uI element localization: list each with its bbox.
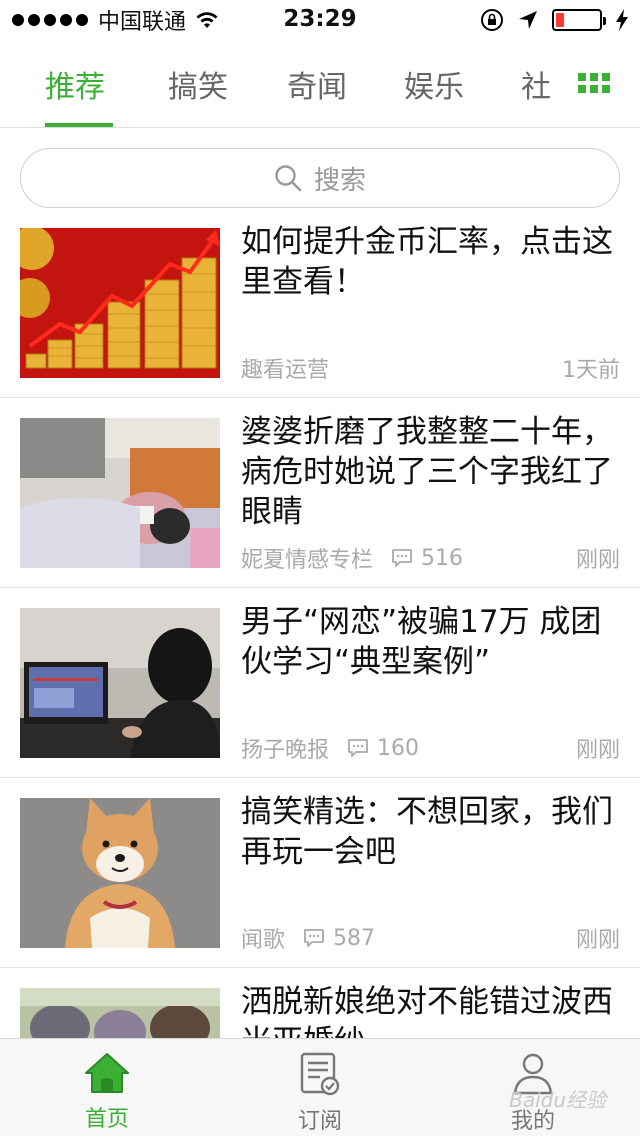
active-tab-indicator xyxy=(45,123,113,127)
status-bar: 中国联通 23:29 xyxy=(0,0,640,40)
news-title[interactable]: 如何提升金币汇率，点击这里查看！ xyxy=(241,222,621,302)
search-placeholder: 搜索 xyxy=(313,165,366,196)
news-item[interactable]: 婆婆折磨了我整整二十年，病危时她说了三个字我红了眼睛 妮夏情感专栏 516 刚刚 xyxy=(0,398,640,588)
location-arrow-icon xyxy=(519,11,537,29)
news-title[interactable]: 搞笑精选：不想回家，我们再玩一会吧 xyxy=(241,792,621,872)
status-right xyxy=(480,8,628,32)
nav-subscribe-label: 订阅 xyxy=(297,1109,342,1134)
news-thumbnail-bride xyxy=(20,988,220,1038)
nav-home[interactable]: 首页 xyxy=(47,1051,167,1133)
news-time: 刚刚 xyxy=(575,738,620,763)
news-thumbnail-shiba-dog xyxy=(20,798,220,948)
news-meta: 扬子晚报 160 xyxy=(241,733,419,764)
tab-funny[interactable]: 搞笑 xyxy=(168,62,228,106)
news-source: 妮夏情感专栏 xyxy=(241,548,374,573)
comment-icon xyxy=(348,739,368,757)
tab-recommend[interactable]: 推荐 xyxy=(45,62,105,106)
news-meta: 妮夏情感专栏 516 xyxy=(241,543,463,574)
channel-grid-icon[interactable] xyxy=(578,73,610,93)
news-source: 闻歌 xyxy=(241,928,286,953)
search-icon xyxy=(275,165,302,192)
comment-icon xyxy=(304,929,324,947)
comment-count: 160 xyxy=(347,736,419,761)
subscribe-icon xyxy=(300,1052,340,1096)
nav-subscribe[interactable]: 订阅 xyxy=(260,1051,380,1135)
search-bar[interactable]: 搜索 xyxy=(20,148,620,208)
news-item[interactable]: 搞笑精选：不想回家，我们再玩一会吧 闻歌 587 刚刚 xyxy=(0,778,640,968)
news-item[interactable]: 如何提升金币汇率，点击这里查看！ 趣看运营 1天前 xyxy=(0,208,640,398)
news-source: 扬子晚报 xyxy=(241,738,330,763)
news-title[interactable]: 男子“网恋”被骗17万 成团伙学习“典型案例” xyxy=(241,602,621,682)
tab-society[interactable]: 社 xyxy=(521,62,551,106)
news-title[interactable]: 婆婆折磨了我整整二十年，病危时她说了三个字我红了眼睛 xyxy=(241,412,621,532)
news-item[interactable]: 洒脱新娘绝对不能错过波西米亚婚纱 xyxy=(0,968,640,1038)
tab-oddities[interactable]: 奇闻 xyxy=(287,62,347,106)
news-item[interactable]: 男子“网恋”被骗17万 成团伙学习“典型案例” 扬子晚报 160 刚刚 xyxy=(0,588,640,778)
comment-count-value: 516 xyxy=(421,545,464,571)
news-time: 1天前 xyxy=(562,358,620,383)
rotation-lock-icon xyxy=(481,9,503,31)
comment-icon xyxy=(392,549,412,567)
news-thumbnail-sick-woman xyxy=(20,418,220,568)
news-source: 趣看运营 xyxy=(241,358,330,383)
home-icon xyxy=(85,1053,129,1093)
news-time: 刚刚 xyxy=(575,548,620,573)
news-thumbnail-man-computer xyxy=(20,608,220,758)
news-meta: 闻歌 587 xyxy=(241,923,375,954)
watermark: Baidu经验 xyxy=(509,1088,606,1112)
category-tabs: 推荐 搞笑 奇闻 娱乐 社 xyxy=(0,40,640,128)
news-time: 刚刚 xyxy=(575,928,620,953)
battery-icon xyxy=(552,9,606,31)
news-list: 如何提升金币汇率，点击这里查看！ 趣看运营 1天前 婆婆折磨了我整整二十年，病危… xyxy=(0,208,640,1038)
tab-entertainment[interactable]: 娱乐 xyxy=(404,62,464,106)
charging-bolt-icon xyxy=(616,9,628,31)
news-meta: 趣看运营 xyxy=(241,353,329,383)
comment-count: 516 xyxy=(391,546,463,571)
comment-count-value: 587 xyxy=(333,925,376,951)
comment-count: 587 xyxy=(303,926,375,951)
comment-count-value: 160 xyxy=(377,735,420,761)
battery-level-fill xyxy=(556,13,564,27)
news-thumbnail-gold-coins xyxy=(20,228,220,378)
nav-home-label: 首页 xyxy=(84,1107,129,1132)
news-title[interactable]: 洒脱新娘绝对不能错过波西米亚婚纱 xyxy=(241,982,621,1038)
